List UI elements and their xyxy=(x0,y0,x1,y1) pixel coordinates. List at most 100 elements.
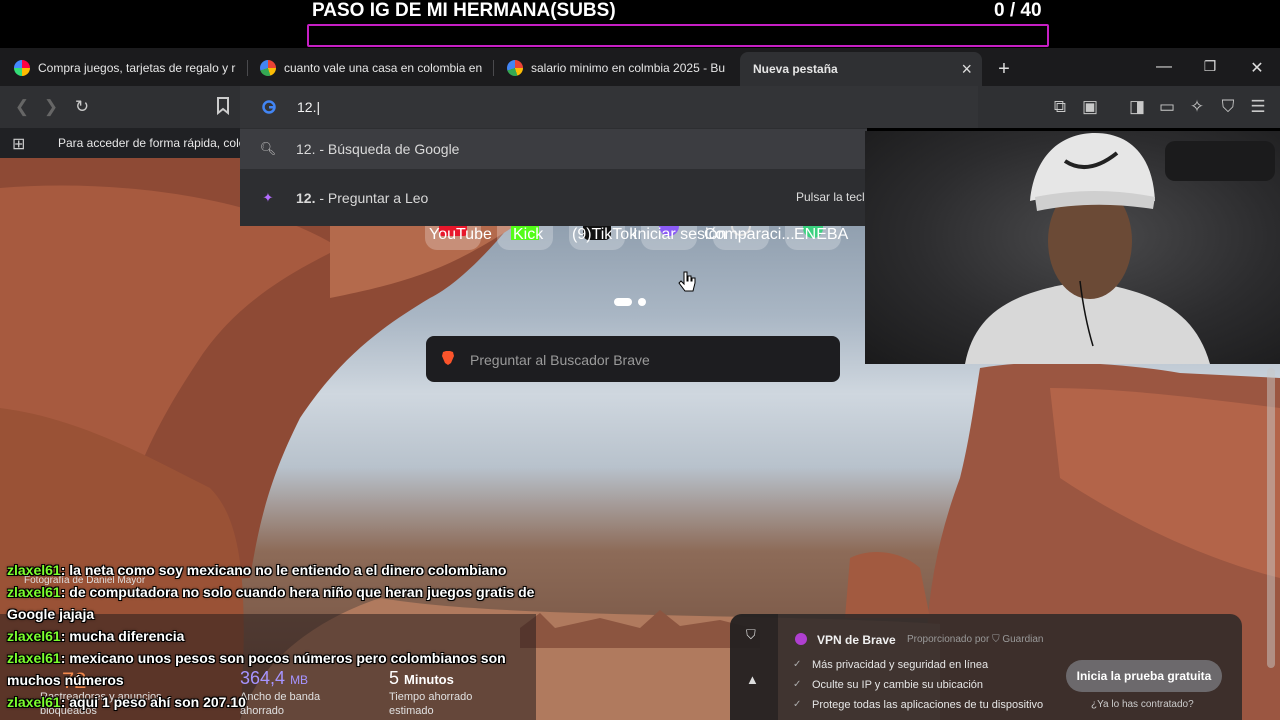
reload-icon[interactable]: ↻ xyxy=(71,97,93,117)
tab-title: Nueva pestaña xyxy=(753,62,838,76)
pagination-dots[interactable] xyxy=(614,293,647,311)
forward-icon[interactable]: ❯ xyxy=(40,97,62,117)
suggestion-label: - Búsqueda de Google xyxy=(315,141,460,157)
search-input[interactable]: Preguntar al Buscador Brave xyxy=(470,352,650,368)
chat-message: zlaxel61: mexicano unos pesos son pocos … xyxy=(7,647,506,669)
chat-message: zlaxel61: mucha diferencia xyxy=(7,625,184,647)
chat-text: : aqui 1 peso ahí son 207.10 xyxy=(60,694,246,710)
chat-message: Google jajaja xyxy=(7,603,94,625)
chat-message: zlaxel61: de computadora no solo cuando … xyxy=(7,581,534,603)
bandwidth-label: Ancho de banda ahorrado xyxy=(240,691,321,717)
already-subscribed-link[interactable]: ¿Ya lo has contratado? xyxy=(1091,699,1194,710)
tab-google-casa[interactable]: cuanto vale una casa en colombia en xyxy=(260,52,482,84)
vpn-title: VPN de Brave xyxy=(817,633,896,647)
chat-text: Google jajaja xyxy=(7,606,95,622)
bandwidth-number: 364,4 xyxy=(240,668,286,688)
extensions-icon[interactable]: ⧉ xyxy=(1049,97,1071,117)
leo-icon: ✦ xyxy=(262,190,274,205)
vpn-provider: Proporcionado por ⛉ Guardian xyxy=(907,634,1043,645)
google-icon xyxy=(260,60,276,76)
google-icon xyxy=(507,60,523,76)
minimize-button[interactable]: — xyxy=(1154,58,1174,76)
vpn-feature: Oculte su IP y cambie su ubicación xyxy=(812,679,983,691)
restore-button[interactable]: ❐ xyxy=(1200,58,1220,75)
vpn-provider-label: Proporcionado por xyxy=(907,634,990,645)
check-icon: ✓ xyxy=(793,679,802,690)
google-icon xyxy=(262,100,276,114)
bandwidth-value: 364,4 MB xyxy=(240,668,308,689)
guardian-icon: ⛉ xyxy=(992,634,1000,645)
suggestion-query: 12. xyxy=(296,141,316,157)
back-icon[interactable]: ❮ xyxy=(11,97,33,117)
check-icon: ✓ xyxy=(793,699,802,710)
bookmark-bar-hint: Para acceder de forma rápida, colo xyxy=(58,136,242,150)
top-site-label: Kick xyxy=(513,226,544,243)
menu-icon[interactable]: ☰ xyxy=(1247,97,1269,117)
top-site-label: YouTube xyxy=(429,226,492,243)
leo-ai-icon[interactable]: ✧ xyxy=(1186,97,1208,117)
chat-username: zlaxel61 xyxy=(7,650,61,666)
top-site-label: ENEBA xyxy=(794,226,849,243)
tab-separator xyxy=(247,60,248,76)
chat-username: zlaxel61 xyxy=(7,562,61,578)
chat-text: : mexicano unos pesos son pocos números … xyxy=(60,650,506,666)
bookmark-icon[interactable] xyxy=(212,97,234,120)
sidebar-icon[interactable]: ◨ xyxy=(1126,97,1148,117)
tab-eneba[interactable]: Compra juegos, tarjetas de regalo y r xyxy=(14,52,236,84)
chat-message: zlaxel61: aqui 1 peso ahí son 207.10 xyxy=(7,691,246,713)
tab-separator xyxy=(493,60,494,76)
suggestion-hint: Pulsar la tecla xyxy=(796,190,872,204)
suggestion-ask-leo[interactable]: ✦ 12. - Preguntar a Leo xyxy=(240,178,867,218)
vpn-tab-icon[interactable]: ⛉ xyxy=(746,627,756,643)
search-icon: 🔍︎ xyxy=(259,141,277,156)
webcam-overlay xyxy=(865,131,1280,364)
warning-icon[interactable]: ▲ xyxy=(746,672,759,687)
top-site-label: Comparaci... xyxy=(704,226,795,243)
close-window-button[interactable]: ✕ xyxy=(1247,58,1267,78)
time-number: 5 xyxy=(389,668,400,688)
start-trial-button[interactable]: Inicia la prueba gratuita xyxy=(1066,660,1222,692)
bandwidth-unit: MB xyxy=(290,673,309,687)
vpn-provider-name: Guardian xyxy=(1002,634,1044,645)
scrollbar[interactable] xyxy=(1267,368,1275,668)
address-bar[interactable] xyxy=(240,86,978,128)
chat-message: muchos números xyxy=(7,669,124,691)
vpn-feature: Más privacidad y seguridad en línea xyxy=(812,659,989,671)
wallet-icon[interactable]: ▭ xyxy=(1156,97,1178,117)
tab-title: Compra juegos, tarjetas de regalo y r xyxy=(38,61,236,75)
address-input[interactable]: 12.| xyxy=(297,99,320,115)
suggestion-label: - Preguntar a Leo xyxy=(315,190,429,206)
brave-lion-icon xyxy=(442,351,454,365)
page-dot-active[interactable] xyxy=(614,298,632,306)
tab-title: cuanto vale una casa en colombia en xyxy=(284,61,482,75)
page-dot[interactable] xyxy=(638,298,647,306)
chat-username: zlaxel61 xyxy=(7,694,61,710)
hand-cursor-icon xyxy=(678,271,696,292)
time-unit: Minutos xyxy=(404,672,454,687)
eneba-icon xyxy=(14,60,30,76)
apps-grid-icon[interactable]: ⊞ xyxy=(12,134,25,154)
chat-text: : la neta como soy mexicano no le entien… xyxy=(60,562,507,578)
chat-text: muchos números xyxy=(7,672,124,688)
tab-search-icon[interactable]: ▣ xyxy=(1079,97,1101,117)
chat-text: : mucha diferencia xyxy=(60,628,185,644)
goal-count: 0 / 40 xyxy=(994,0,1042,21)
goal-progress-bar xyxy=(307,24,1049,47)
tab-title: salario minimo en colmbia 2025 - Bu xyxy=(531,61,726,75)
time-saved-label: Tiempo ahorrado estimado xyxy=(389,691,473,717)
tab-nueva-pestana[interactable]: Nueva pestaña × xyxy=(740,52,982,86)
top-site-label: (9)TikTok xyxy=(572,226,638,243)
goal-title: PASO IG DE MI HERMANA(SUBS) xyxy=(312,0,616,21)
check-icon: ✓ xyxy=(793,659,802,670)
time-saved-value: 5 Minutos xyxy=(389,668,454,689)
new-tab-button[interactable]: + xyxy=(994,58,1014,81)
suggestion-query: 12. xyxy=(296,190,316,206)
chat-message: zlaxel61: la neta como soy mexicano no l… xyxy=(7,559,506,581)
suggestion-google-search[interactable]: 🔍︎ 12. - Búsqueda de Google xyxy=(240,129,867,169)
chat-username: zlaxel61 xyxy=(7,628,61,644)
chat-username: zlaxel61 xyxy=(7,584,61,600)
close-tab-icon[interactable]: × xyxy=(961,59,972,80)
vpn-feature: Protege todas las aplicaciones de tu dis… xyxy=(812,699,1044,711)
vpn-shield-icon[interactable]: ⛉ xyxy=(1217,97,1239,117)
tab-google-salario[interactable]: salario minimo en colmbia 2025 - Bu xyxy=(507,52,729,84)
